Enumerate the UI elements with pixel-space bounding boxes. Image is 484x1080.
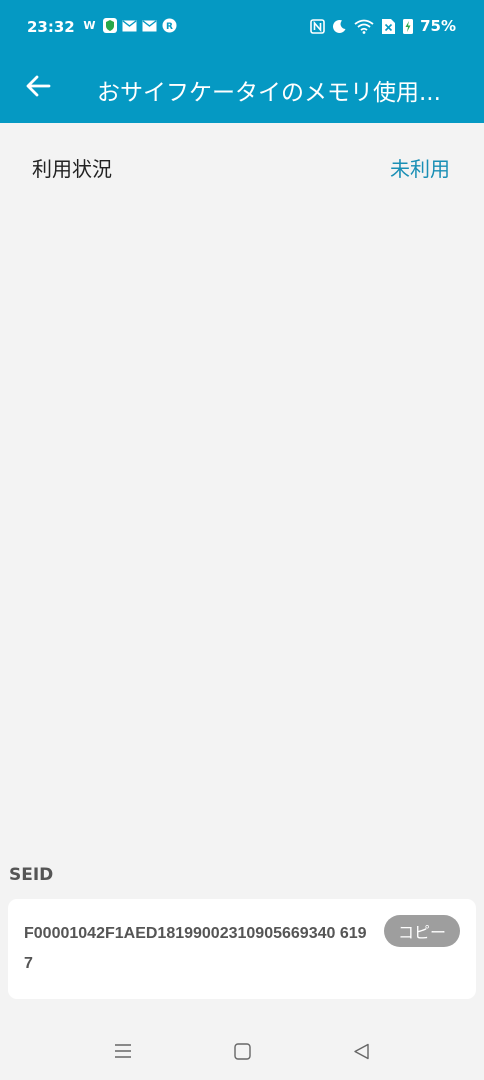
home-icon[interactable] <box>230 1039 254 1063</box>
back-button[interactable] <box>22 70 54 102</box>
wifi-icon <box>354 19 374 34</box>
seid-value: F00001042F1AED18199002310905669340 6197 <box>24 925 367 972</box>
seid-label: SEID <box>9 865 54 885</box>
mail-icon <box>142 18 157 33</box>
back-triangle-icon[interactable] <box>349 1039 373 1063</box>
arrow-left-icon <box>26 75 51 97</box>
copy-button[interactable]: コピー <box>384 915 460 947</box>
system-icons: 75% <box>310 17 456 35</box>
shield-icon <box>102 18 117 33</box>
svg-text:R: R <box>166 22 173 32</box>
usage-status-row: 利用状況 未利用 <box>0 145 484 191</box>
nfc-icon <box>310 18 325 34</box>
battery-percentage: 75% <box>420 17 456 35</box>
page-title: おサイフケータイのメモリ使用... <box>97 80 441 106</box>
moon-icon <box>332 19 347 34</box>
status-bar: 23:32 W R 75% <box>0 0 484 56</box>
w-icon: W <box>83 19 96 32</box>
rakuten-icon: R <box>162 18 177 33</box>
status-time: 23:32 <box>27 18 75 36</box>
usage-status-label: 利用状況 <box>32 157 112 181</box>
menu-icon[interactable] <box>111 1039 135 1063</box>
navigation-bar <box>0 1020 484 1080</box>
mail-icon <box>122 18 137 33</box>
sim-x-icon <box>381 18 396 34</box>
app-bar: 23:32 W R 75% おサイフケータイのメモリ使用... <box>0 0 484 123</box>
usage-status-value: 未利用 <box>390 157 450 181</box>
seid-card: F00001042F1AED18199002310905669340 6197 … <box>8 899 476 999</box>
notification-icons: W R <box>82 18 177 33</box>
battery-charging-icon <box>403 19 414 34</box>
